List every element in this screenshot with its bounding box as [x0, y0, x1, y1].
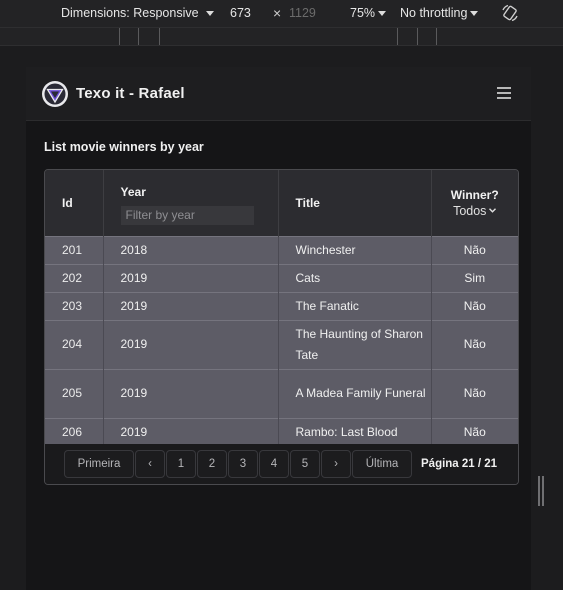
cell-id: 206: [45, 417, 104, 446]
cell-winner: Sim: [431, 263, 518, 292]
page-2-button[interactable]: 2: [197, 450, 227, 478]
movies-table: Id Year Title Winner? Todos: [45, 170, 518, 446]
cell-title: The Fanatic: [278, 291, 432, 320]
times-separator: ×: [273, 5, 282, 21]
brand-title[interactable]: Texo it - Rafael: [76, 85, 185, 102]
cell-year: 2019: [103, 291, 279, 320]
page-3-button[interactable]: 3: [228, 450, 258, 478]
page-4-button[interactable]: 4: [259, 450, 289, 478]
winner-filter-value: Todos: [453, 203, 487, 218]
first-page-button[interactable]: Primeira: [64, 450, 134, 478]
header-title: Title: [278, 170, 432, 236]
page-info: Página 21 / 21: [421, 458, 498, 470]
zoom-caret-icon: [378, 10, 387, 16]
header-winner: Winner?: [450, 187, 499, 202]
zoom-dropdown[interactable]: 75%: [350, 6, 387, 20]
header-year: Year: [120, 184, 146, 199]
cell-year: 2019: [103, 368, 279, 418]
header-year-cell: Year: [103, 170, 279, 236]
rotate-icon[interactable]: [500, 3, 520, 23]
height-input[interactable]: 1129: [289, 6, 316, 20]
ruler-tick: [159, 28, 160, 45]
table-row[interactable]: 202 2019 Cats Sim: [45, 263, 518, 292]
ruler-tick: [138, 28, 139, 45]
header-id: Id: [45, 170, 104, 236]
menu-hamburger-icon[interactable]: [497, 87, 511, 99]
table-row[interactable]: 206 2019 Rambo: Last Blood Não: [45, 417, 518, 446]
pagination: Primeira ‹ 1 2 3 4 5 › Última Página 21 …: [45, 444, 518, 484]
prev-page-button[interactable]: ‹: [135, 450, 165, 478]
cell-winner: Não: [431, 368, 518, 418]
throttling-label: No throttling: [400, 6, 468, 20]
page-title: List movie winners by year: [44, 140, 204, 154]
cell-title: Rambo: Last Blood: [278, 417, 432, 446]
cell-title: A Madea Family Funeral: [278, 368, 432, 418]
table-row[interactable]: 204 2019 The Haunting of Sharon Tate Não: [45, 319, 518, 369]
cell-winner: Não: [431, 319, 518, 369]
cell-id: 203: [45, 291, 104, 320]
devtools-toolbar: Dimensions: Responsive 673 × 1129 75% No…: [0, 0, 563, 27]
cell-id: 205: [45, 368, 104, 418]
year-filter-input[interactable]: [120, 205, 254, 225]
header-winner-cell: Winner? Todos: [431, 170, 518, 236]
viewport-resize-handle[interactable]: [538, 476, 544, 506]
table-row[interactable]: 201 2018 Winchester Não: [45, 235, 518, 264]
winner-filter-select[interactable]: Todos: [453, 203, 497, 218]
cell-id: 201: [45, 235, 104, 264]
zoom-label: 75%: [350, 6, 376, 20]
last-page-button[interactable]: Última: [352, 450, 412, 478]
table-row[interactable]: 205 2019 A Madea Family Funeral Não: [45, 368, 518, 418]
cell-year: 2018: [103, 235, 279, 264]
throttling-dropdown[interactable]: No throttling: [400, 6, 479, 20]
devtools-ruler: [0, 27, 563, 46]
logo-icon[interactable]: [41, 80, 69, 108]
cell-year: 2019: [103, 319, 279, 369]
ruler-tick: [436, 28, 437, 45]
cell-title: Cats: [278, 263, 432, 292]
dimensions-label: Dimensions: Responsive: [61, 6, 199, 20]
throttling-caret-icon: [470, 10, 479, 16]
next-page-button[interactable]: ›: [321, 450, 351, 478]
cell-title: The Haunting of Sharon Tate: [278, 319, 432, 369]
cell-winner: Não: [431, 291, 518, 320]
page-5-button[interactable]: 5: [290, 450, 320, 478]
cell-winner: Não: [431, 235, 518, 264]
dimensions-dropdown[interactable]: Dimensions: Responsive: [61, 6, 214, 20]
cell-year: 2019: [103, 263, 279, 292]
page-1-button[interactable]: 1: [166, 450, 196, 478]
cell-id: 202: [45, 263, 104, 292]
table-header-row: Id Year Title Winner? Todos: [45, 170, 518, 236]
cell-winner: Não: [431, 417, 518, 446]
cell-id: 204: [45, 319, 104, 369]
width-input[interactable]: 673: [230, 6, 251, 20]
dimensions-caret-icon: [205, 10, 214, 16]
ruler-tick: [397, 28, 398, 45]
ruler-tick: [119, 28, 120, 45]
movies-table-card: Id Year Title Winner? Todos: [44, 169, 519, 485]
device-viewport: Texo it - Rafael List movie winners by y…: [26, 67, 531, 590]
ruler-tick: [417, 28, 418, 45]
cell-year: 2019: [103, 417, 279, 446]
table-row[interactable]: 203 2019 The Fanatic Não: [45, 291, 518, 320]
navbar: Texo it - Rafael: [26, 67, 531, 121]
chevron-down-icon: [489, 208, 497, 214]
cell-title: Winchester: [278, 235, 432, 264]
